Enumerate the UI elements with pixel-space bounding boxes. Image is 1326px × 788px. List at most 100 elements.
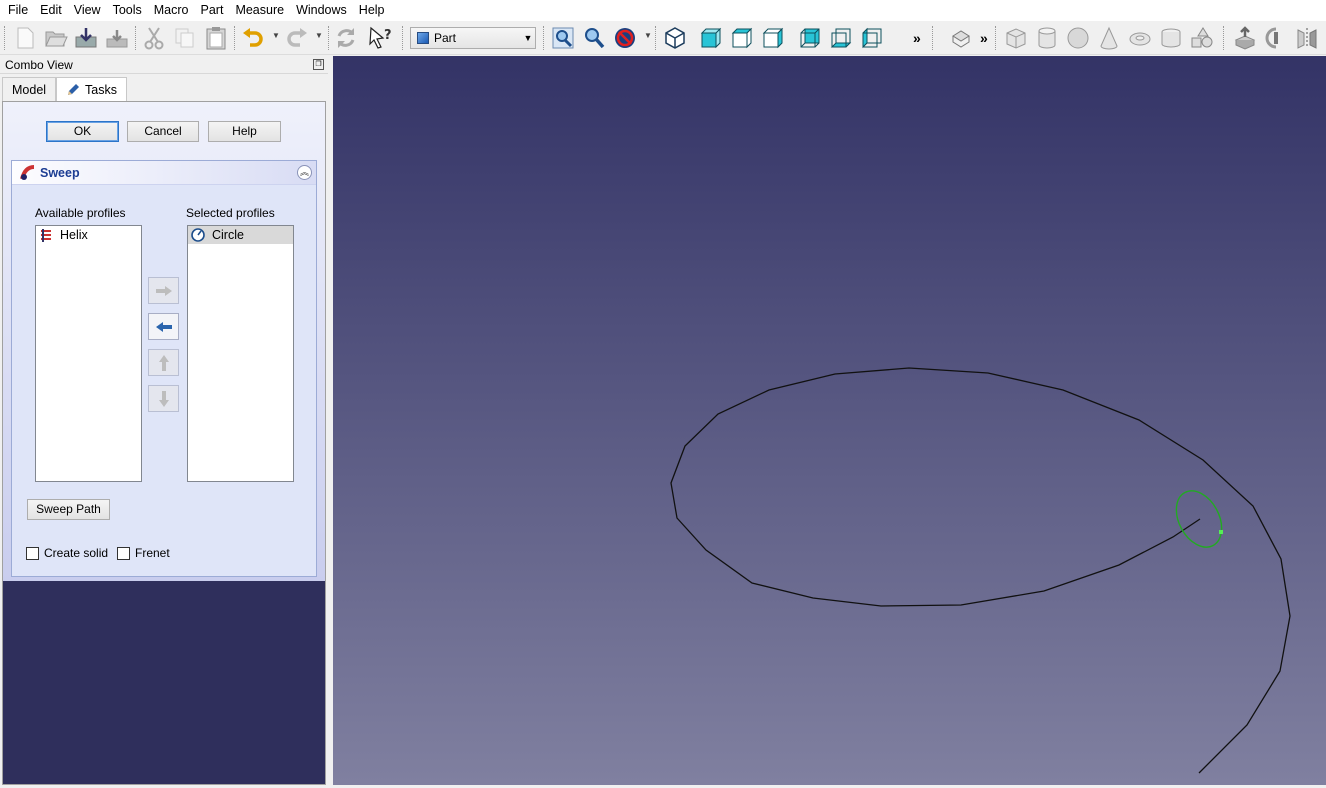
toolbar-overflow-button[interactable]: » (913, 30, 921, 46)
sweep-icon (20, 164, 35, 180)
available-profiles-list[interactable]: Helix (35, 225, 142, 482)
top-view-icon[interactable] (729, 25, 755, 51)
part-workbench-icon (417, 32, 429, 44)
available-profiles-label: Available profiles (35, 206, 126, 220)
save-as-icon[interactable] (104, 25, 130, 51)
menu-measure[interactable]: Measure (229, 0, 290, 21)
toolbar-grip (4, 26, 6, 50)
save-icon[interactable] (73, 25, 99, 51)
helix-path[interactable] (670, 367, 1291, 774)
3d-viewport[interactable] (333, 56, 1326, 785)
helix-icon (41, 229, 51, 242)
whats-this-icon[interactable]: ? (368, 25, 394, 51)
cylinder-icon[interactable] (1034, 25, 1060, 51)
toolbar-separator (328, 26, 330, 50)
new-document-icon[interactable] (12, 25, 38, 51)
ok-button[interactable]: OK (46, 121, 119, 142)
box-icon[interactable] (1003, 25, 1029, 51)
selected-profiles-list[interactable]: Circle (187, 225, 294, 482)
extrude-icon[interactable] (1232, 25, 1258, 51)
list-item[interactable]: Helix (36, 226, 141, 244)
task-panel: OK Cancel Help Sweep ︽ Available profile… (2, 101, 326, 785)
arrow-right-icon (155, 285, 172, 296)
menu-bar: File Edit View Tools Macro Part Measure … (0, 0, 1326, 21)
draw-style-icon[interactable] (612, 25, 638, 51)
primitives-icon[interactable] (1189, 25, 1215, 51)
cone-icon[interactable] (1096, 25, 1122, 51)
cancel-button[interactable]: Cancel (127, 121, 199, 142)
left-view-icon[interactable] (859, 25, 885, 51)
toolbar-separator (995, 26, 997, 50)
frenet-checkbox[interactable] (117, 546, 130, 560)
tab-tasks[interactable]: Tasks (56, 77, 127, 102)
fit-selection-icon[interactable] (581, 25, 607, 51)
create-solid-label: Create solid (44, 546, 109, 560)
remove-profile-button[interactable] (148, 313, 179, 340)
toolbar-separator (655, 26, 657, 50)
right-view-icon[interactable] (760, 25, 786, 51)
open-icon[interactable] (43, 25, 69, 51)
menu-edit[interactable]: Edit (34, 0, 68, 21)
redo-dropdown-icon[interactable]: ▼ (315, 31, 323, 40)
sweep-taskbox: Sweep ︽ Available profiles Selected prof… (11, 160, 317, 577)
toolbar-overflow-button[interactable]: » (980, 30, 988, 46)
revolve-icon[interactable] (1263, 25, 1289, 51)
collapse-icon[interactable]: ︽ (297, 165, 312, 180)
menu-macro[interactable]: Macro (148, 0, 195, 21)
redo-icon[interactable] (284, 25, 310, 51)
combo-view-title-text: Combo View (5, 58, 73, 72)
undo-icon[interactable] (240, 25, 266, 51)
create-solid-option[interactable]: Create solid (26, 546, 108, 560)
sphere-icon[interactable] (1065, 25, 1091, 51)
mirror-icon[interactable] (1294, 25, 1320, 51)
add-profile-button[interactable] (148, 277, 179, 304)
arrow-down-icon (158, 390, 169, 407)
combo-view-panel: Combo View ❐ Model Tasks OK Cancel Help … (0, 56, 328, 785)
arrow-up-icon (158, 354, 169, 371)
tab-tasks-label: Tasks (85, 83, 117, 97)
svg-text:?: ? (384, 28, 392, 43)
list-item[interactable]: Circle (188, 226, 293, 244)
profile-vertex[interactable] (1219, 530, 1223, 534)
part-icon[interactable] (948, 25, 974, 51)
circle-icon (191, 228, 205, 242)
paste-icon[interactable] (203, 25, 229, 51)
menu-help[interactable]: Help (353, 0, 391, 21)
frenet-option[interactable]: Frenet (117, 546, 170, 560)
menu-windows[interactable]: Windows (290, 0, 353, 21)
menu-file[interactable]: File (2, 0, 34, 21)
menu-part[interactable]: Part (195, 0, 230, 21)
frenet-label: Frenet (135, 546, 170, 560)
scene-canvas[interactable] (333, 56, 1326, 785)
menu-tools[interactable]: Tools (107, 0, 148, 21)
fit-all-icon[interactable] (550, 25, 576, 51)
draw-style-dropdown-icon[interactable]: ▼ (644, 31, 652, 40)
front-view-icon[interactable] (698, 25, 724, 51)
sweep-path-button[interactable]: Sweep Path (27, 499, 110, 520)
copy-icon[interactable] (172, 25, 198, 51)
toolbar-separator (1223, 26, 1225, 50)
isometric-view-icon[interactable] (662, 25, 688, 51)
tab-model-label: Model (12, 82, 47, 97)
tab-model[interactable]: Model (2, 77, 57, 101)
sweep-title: Sweep (40, 165, 80, 180)
help-button[interactable]: Help (208, 121, 281, 142)
undo-dropdown-icon[interactable]: ▼ (272, 31, 280, 40)
available-profile-label: Helix (60, 228, 88, 242)
rear-view-icon[interactable] (797, 25, 823, 51)
tube-icon[interactable] (1158, 25, 1184, 51)
undock-icon[interactable]: ❐ (313, 59, 324, 70)
menu-view[interactable]: View (68, 0, 107, 21)
arrow-left-icon (155, 321, 172, 332)
move-up-button[interactable] (148, 349, 179, 376)
combo-view-title: Combo View ❐ (0, 56, 328, 74)
bottom-view-icon[interactable] (828, 25, 854, 51)
workbench-selector[interactable]: Part ▼ (410, 27, 536, 49)
create-solid-checkbox[interactable] (26, 546, 39, 560)
task-panel-content: OK Cancel Help Sweep ︽ Available profile… (3, 102, 325, 581)
refresh-icon[interactable] (333, 25, 359, 51)
move-down-button[interactable] (148, 385, 179, 412)
torus-icon[interactable] (1127, 25, 1153, 51)
toolbar-separator (543, 26, 545, 50)
cut-icon[interactable] (141, 25, 167, 51)
